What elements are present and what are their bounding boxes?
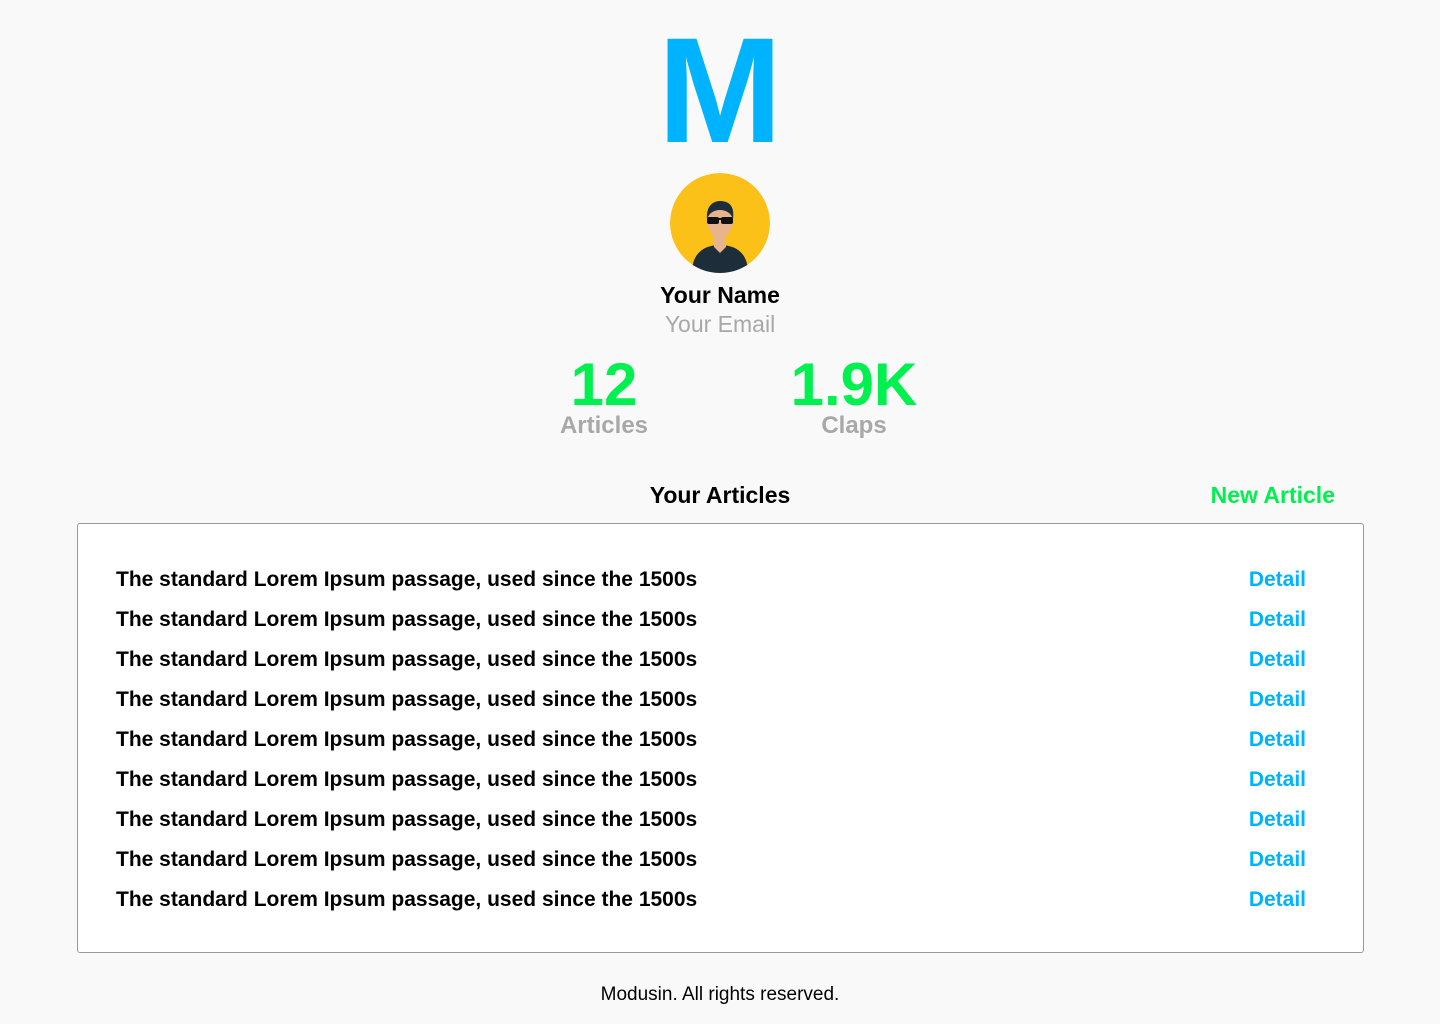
stat-articles: 12 Articles (524, 352, 684, 440)
list-item: The standard Lorem Ipsum passage, used s… (116, 760, 1306, 800)
article-title: The standard Lorem Ipsum passage, used s… (116, 728, 698, 751)
stat-articles-label: Articles (559, 412, 649, 439)
profile-name: Your Name (660, 282, 780, 308)
article-list: The standard Lorem Ipsum passage, used s… (77, 523, 1364, 953)
detail-link[interactable]: Detail (1249, 804, 1306, 836)
list-item: The standard Lorem Ipsum passage, used s… (116, 840, 1306, 880)
stat-claps-value: 1.9K (790, 351, 918, 418)
article-title: The standard Lorem Ipsum passage, used s… (116, 648, 698, 671)
list-item: The standard Lorem Ipsum passage, used s… (116, 640, 1306, 680)
detail-link[interactable]: Detail (1249, 684, 1306, 716)
brand-logo[interactable]: M (0, 10, 1440, 170)
footer-copyright: Modusin. All rights reserved. (600, 984, 840, 1005)
stat-claps: 1.9K Claps (754, 352, 954, 440)
detail-link[interactable]: Detail (1249, 764, 1306, 796)
article-title: The standard Lorem Ipsum passage, used s… (116, 848, 698, 871)
article-title: The standard Lorem Ipsum passage, used s… (116, 688, 698, 711)
list-item: The standard Lorem Ipsum passage, used s… (116, 800, 1306, 840)
detail-link[interactable]: Detail (1249, 724, 1306, 756)
new-article-link[interactable]: New Article (1211, 480, 1335, 510)
article-title: The standard Lorem Ipsum passage, used s… (116, 808, 698, 831)
article-title: The standard Lorem Ipsum passage, used s… (116, 608, 698, 631)
avatar (670, 173, 770, 273)
list-item: The standard Lorem Ipsum passage, used s… (116, 560, 1306, 600)
list-item: The standard Lorem Ipsum passage, used s… (116, 720, 1306, 760)
profile-page: M Your Name Your Email 12 Articles 1.9K … (0, 0, 1440, 1024)
article-title: The standard Lorem Ipsum passage, used s… (116, 568, 698, 591)
detail-link[interactable]: Detail (1249, 564, 1306, 596)
detail-link[interactable]: Detail (1249, 644, 1306, 676)
article-title: The standard Lorem Ipsum passage, used s… (116, 768, 698, 791)
list-item: The standard Lorem Ipsum passage, used s… (116, 600, 1306, 640)
detail-link[interactable]: Detail (1249, 604, 1306, 636)
profile-email: Your Email (664, 311, 776, 337)
avatar-icon (670, 173, 770, 273)
article-title: The standard Lorem Ipsum passage, used s… (116, 888, 698, 911)
stat-claps-label: Claps (821, 412, 887, 439)
detail-link[interactable]: Detail (1249, 844, 1306, 876)
detail-link[interactable]: Detail (1249, 884, 1306, 916)
list-item: The standard Lorem Ipsum passage, used s… (116, 680, 1306, 720)
list-item: The standard Lorem Ipsum passage, used s… (116, 880, 1306, 920)
stat-articles-value: 12 (570, 351, 638, 418)
